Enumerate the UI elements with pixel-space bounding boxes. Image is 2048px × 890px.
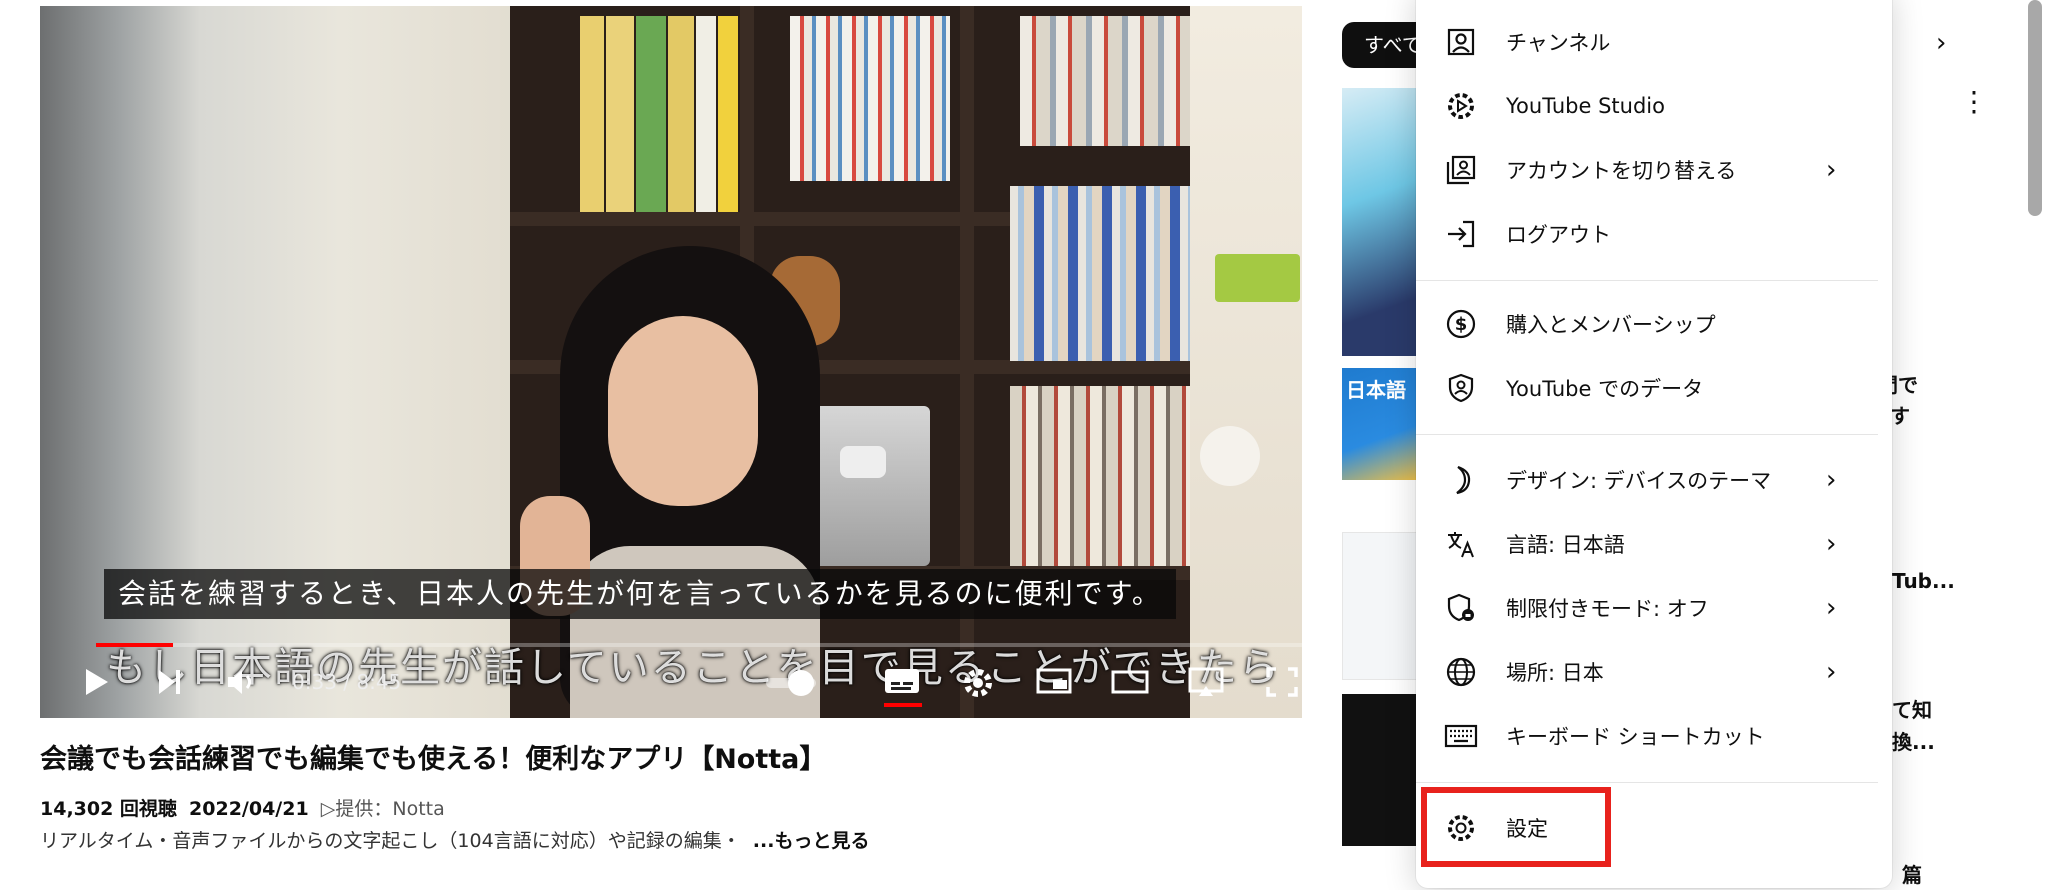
menu-item-youtube-studio[interactable]: YouTube Studio xyxy=(1416,76,1892,136)
recommended-thumbnail-1[interactable] xyxy=(1342,88,1420,356)
globe-icon xyxy=(1444,655,1478,689)
menu-item-keyboard-shortcuts[interactable]: キーボード ショートカット xyxy=(1416,706,1892,766)
menu-item-label: 制限付きモード: オフ xyxy=(1506,597,1709,621)
autoplay-toggle[interactable] xyxy=(766,670,816,696)
recommended-thumbnail-4[interactable] xyxy=(1342,694,1420,846)
description-text: リアルタイム・音声ファイルからの文字起こし（104言語に対応）や記録の編集・ xyxy=(40,830,741,852)
miniplayer-icon[interactable] xyxy=(1032,666,1076,704)
show-more-link[interactable]: ...もっと見る xyxy=(753,830,870,852)
logout-icon xyxy=(1444,217,1478,251)
menu-item-label: 場所: 日本 xyxy=(1506,661,1604,685)
video-description[interactable]: リアルタイム・音声ファイルからの文字起こし（104言語に対応）や記録の編集・ .… xyxy=(40,826,869,856)
shield-person-icon xyxy=(1444,371,1478,405)
chevron-right-icon: › xyxy=(1826,465,1837,495)
menu-item-switch-account[interactable]: アカウントを切り替える › xyxy=(1416,140,1892,200)
video-meta: 14,302 回視聴 2022/04/21 ▷提供：Notta xyxy=(40,795,445,823)
cast-icon[interactable] xyxy=(1184,666,1228,706)
recommended-title-fragment[interactable]: Tub... xyxy=(1892,566,1955,596)
keyboard-icon xyxy=(1444,719,1478,753)
caption-secondary: もし日本語の先生が話していることを目で見ることができたら xyxy=(106,645,1281,691)
menu-item-label: 言語: 日本語 xyxy=(1506,533,1625,557)
menu-item-logout[interactable]: ログアウト xyxy=(1416,204,1892,264)
view-count: 14,302 回視聴 xyxy=(40,798,177,820)
menu-divider xyxy=(1416,434,1878,435)
chevron-right-icon: › xyxy=(1826,529,1837,559)
menu-item-label: YouTube でのデータ xyxy=(1506,377,1704,401)
recommended-title-fragment[interactable]: て知 xyxy=(1892,695,1932,725)
dollar-icon: $ xyxy=(1444,307,1478,341)
settings-icon[interactable] xyxy=(956,666,1000,708)
video-frame-lamp xyxy=(1200,426,1260,486)
fullscreen-icon[interactable] xyxy=(1260,666,1302,706)
theater-mode-icon[interactable] xyxy=(1108,666,1152,704)
video-title: 会議でも会話練習でも編集でも使える！便利なアプリ【Notta】 xyxy=(40,744,827,775)
restricted-shield-icon xyxy=(1444,591,1478,625)
translate-icon xyxy=(1444,527,1478,561)
volume-icon[interactable] xyxy=(222,668,262,704)
menu-item-label: アカウントを切り替える xyxy=(1506,159,1737,183)
studio-gear-icon xyxy=(1444,89,1478,123)
menu-item-location[interactable]: 場所: 日本 › xyxy=(1416,642,1892,702)
switch-account-icon xyxy=(1444,153,1478,187)
menu-divider xyxy=(1416,782,1878,783)
menu-item-purchases[interactable]: $ 購入とメンバーシップ xyxy=(1416,294,1892,354)
recommended-thumbnail-3[interactable] xyxy=(1342,532,1420,680)
video-player[interactable]: 会話を練習するとき、日本人の先生が何を言っているかを見るのに便利です。 もし日本… xyxy=(40,6,1302,718)
more-actions-icon[interactable]: ⋮ xyxy=(1960,88,1988,116)
upload-date: 2022/04/21 xyxy=(189,798,309,820)
svg-text:$: $ xyxy=(1455,314,1468,335)
menu-item-appearance[interactable]: デザイン: デバイスのテーマ › xyxy=(1416,450,1892,510)
captions-active-indicator xyxy=(884,703,922,707)
play-icon[interactable] xyxy=(76,666,116,706)
menu-divider xyxy=(1416,280,1878,281)
video-frame-clock xyxy=(1215,254,1300,302)
menu-item-label: キーボード ショートカット xyxy=(1506,725,1765,749)
chevron-right-icon: › xyxy=(1826,657,1837,687)
moon-icon xyxy=(1444,463,1478,497)
person-box-icon xyxy=(1444,25,1478,59)
caption-primary: 会話を練習するとき、日本人の先生が何を言っているかを見るのに便利です。 xyxy=(104,569,1176,619)
video-frame-wall-right xyxy=(1190,6,1302,718)
chevron-right-icon: › xyxy=(1826,155,1837,185)
menu-item-channel[interactable]: チャンネル xyxy=(1416,12,1892,72)
settings-highlight-box xyxy=(1421,787,1611,867)
menu-item-label: ログアウト xyxy=(1506,223,1611,247)
next-icon[interactable] xyxy=(150,668,190,704)
menu-item-label: 購入とメンバーシップ xyxy=(1506,313,1716,337)
chips-next-chevron-icon[interactable]: › xyxy=(1936,28,1946,58)
menu-item-label: チャンネル xyxy=(1506,31,1611,55)
progress-bar-played xyxy=(96,643,174,647)
menu-item-your-data[interactable]: YouTube でのデータ xyxy=(1416,358,1892,418)
page-scrollbar[interactable] xyxy=(2028,0,2042,216)
menu-item-label: YouTube Studio xyxy=(1506,94,1665,118)
sponsor-label[interactable]: ▷提供：Notta xyxy=(321,798,445,820)
menu-item-language[interactable]: 言語: 日本語 › xyxy=(1416,514,1892,574)
progress-bar[interactable] xyxy=(96,643,1302,647)
chevron-right-icon: › xyxy=(1826,593,1837,623)
menu-item-restricted-mode[interactable]: 制限付きモード: オフ › xyxy=(1416,578,1892,638)
account-menu: チャンネル YouTube Studio アカウントを切り替える › ログアウト… xyxy=(1416,0,1892,888)
recommended-title-fragment[interactable]: 篇 xyxy=(1902,860,1922,890)
recommended-title-fragment[interactable]: 換... xyxy=(1892,727,1935,757)
menu-item-label: デザイン: デバイスのテーマ xyxy=(1506,469,1772,493)
time-display: 0:33 / 8:45 xyxy=(292,670,402,694)
recommended-thumbnail-2[interactable]: 日本語 xyxy=(1342,368,1420,480)
captions-icon[interactable] xyxy=(880,666,924,704)
